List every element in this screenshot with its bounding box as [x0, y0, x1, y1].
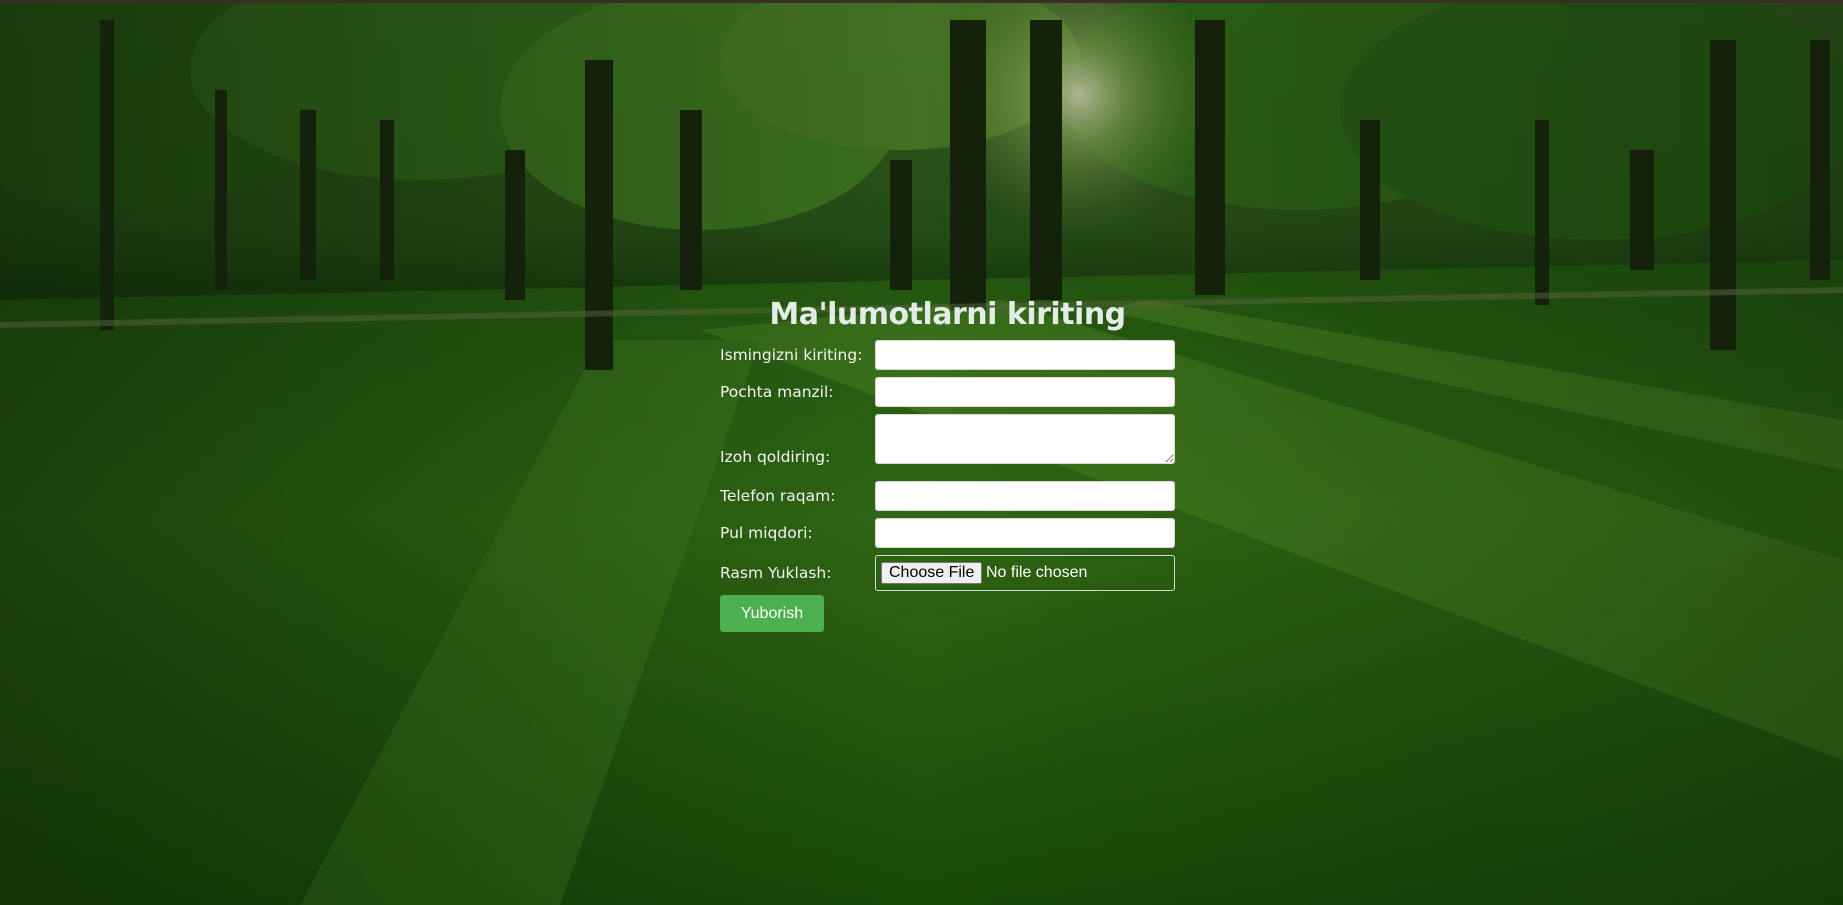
comment-row: Izoh qoldiring:	[720, 414, 1175, 466]
phone-input[interactable]	[875, 481, 1175, 511]
name-row: Ismingizni kiriting:	[720, 340, 1175, 372]
file-upload-row: Rasm Yuklash: Choose File No file chosen	[720, 555, 1175, 591]
choose-file-button[interactable]: Choose File	[881, 562, 983, 584]
page-title: Ma'lumotlarni kiriting	[769, 297, 1126, 332]
name-input[interactable]	[875, 340, 1175, 370]
comment-textarea[interactable]	[875, 414, 1175, 464]
amount-input[interactable]	[875, 518, 1175, 548]
name-label: Ismingizni kiriting:	[720, 346, 863, 364]
phone-row: Telefon raqam:	[720, 481, 1175, 513]
email-input[interactable]	[875, 377, 1175, 407]
file-upload-label: Rasm Yuklash:	[720, 564, 832, 582]
email-label: Pochta manzil:	[720, 383, 834, 401]
file-status-text: No file chosen	[986, 564, 1088, 581]
submit-button[interactable]: Yuborish	[720, 595, 824, 632]
phone-label: Telefon raqam:	[720, 487, 836, 505]
top-border	[0, 0, 1843, 3]
amount-row: Pul miqdori:	[720, 518, 1175, 550]
comment-label: Izoh qoldiring:	[720, 448, 831, 466]
file-input[interactable]: Choose File No file chosen	[875, 555, 1175, 591]
amount-label: Pul miqdori:	[720, 524, 813, 542]
email-row: Pochta manzil:	[720, 377, 1175, 409]
